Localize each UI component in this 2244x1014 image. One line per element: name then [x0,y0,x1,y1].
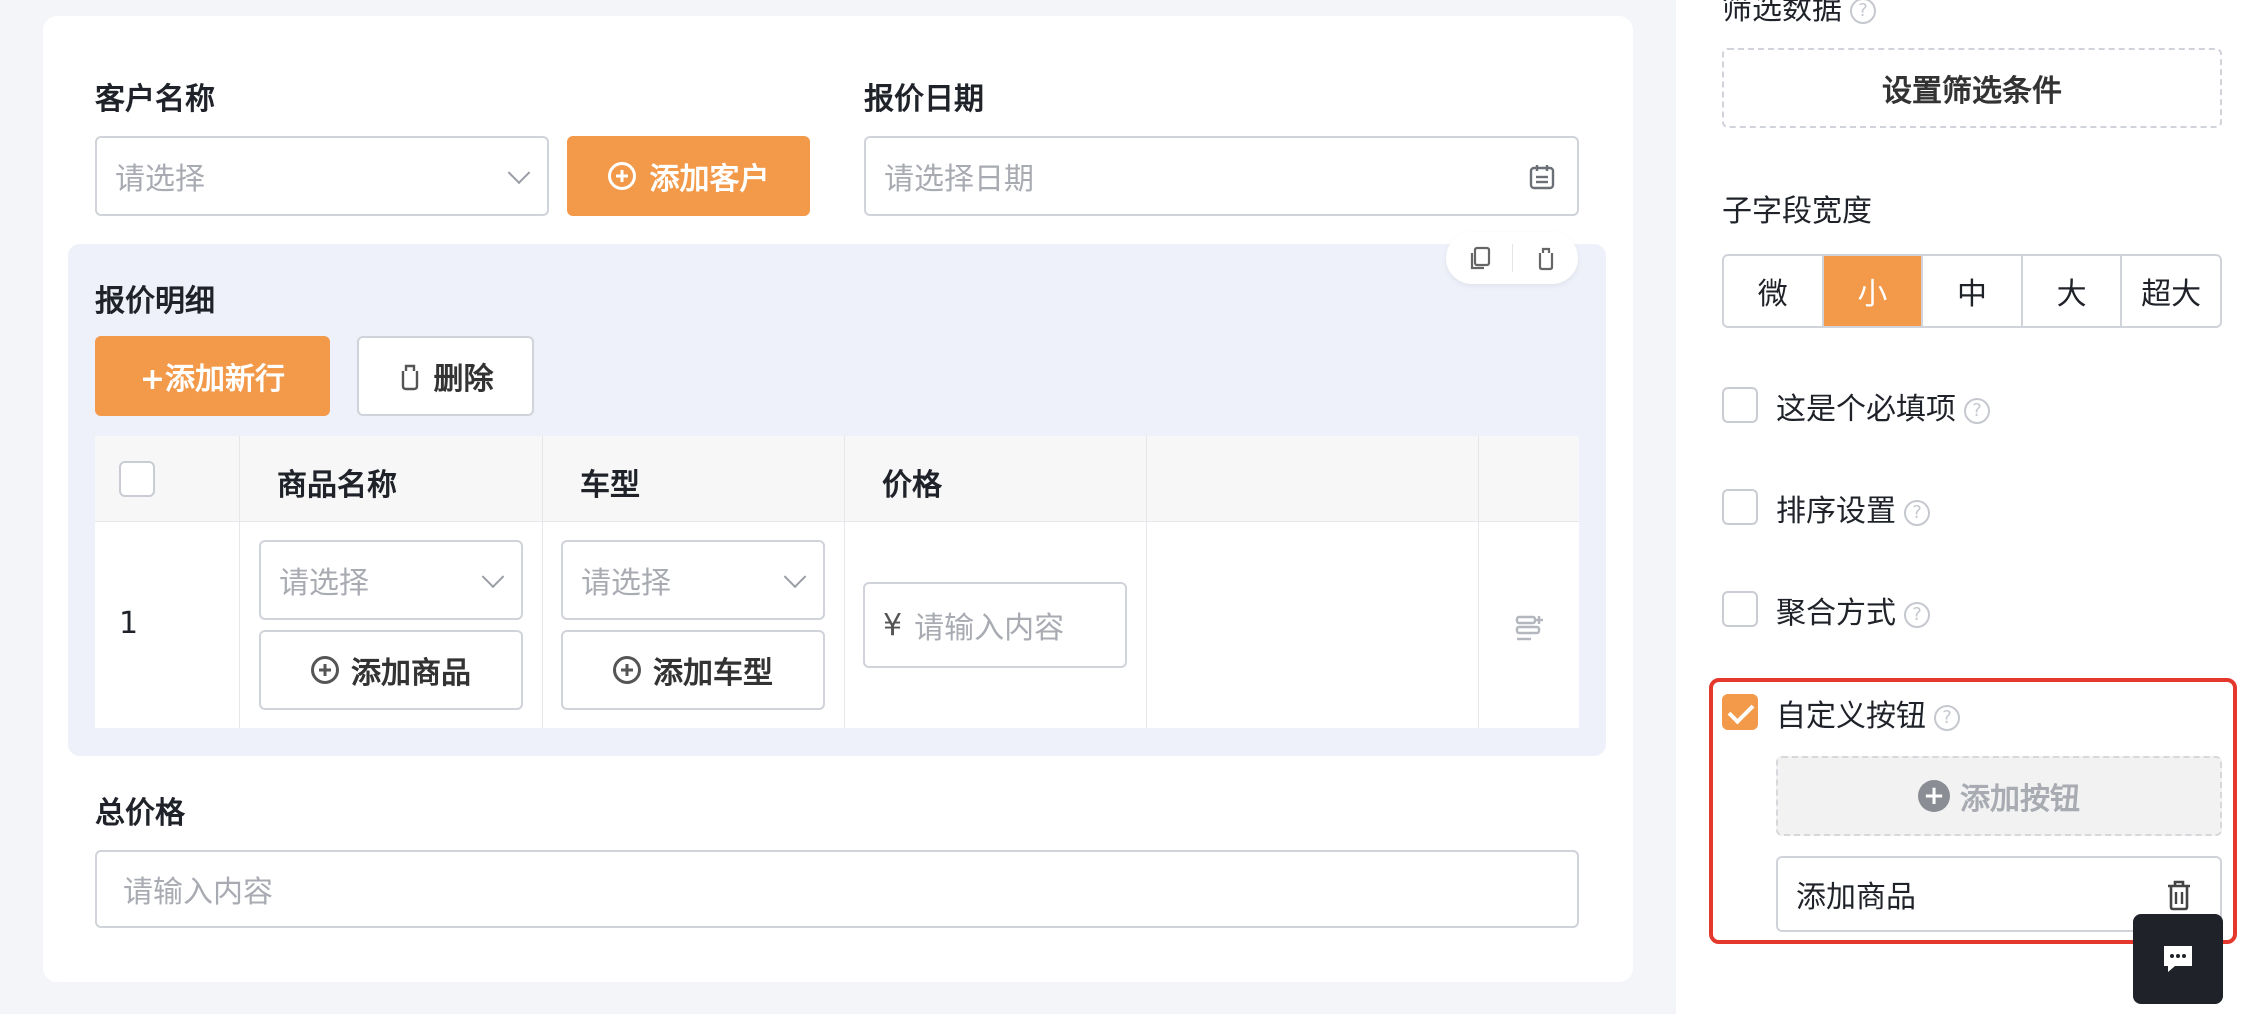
chevron-down-icon [481,565,505,589]
add-row-button[interactable]: +添加新行 [95,336,330,416]
add-custom-button-label: 添加按钮 [1960,782,2080,817]
trash-icon[interactable] [1532,244,1560,272]
aggregate-option: 聚合方式? [1776,588,1930,632]
sort-checkbox[interactable] [1722,489,1758,525]
aggregate-label: 聚合方式 [1776,596,1896,631]
set-filter-label: 设置筛选条件 [1882,74,2062,109]
add-row-label: +添加新行 [139,362,286,397]
product-select[interactable]: 请选择 [259,540,523,620]
add-customer-button[interactable]: 添加客户 [567,136,810,216]
sort-label: 排序设置 [1776,494,1896,529]
add-product-label: 添加商品 [351,656,471,691]
plus-circle-icon [613,656,641,684]
help-icon: ? [1964,397,1990,424]
customer-select-placeholder: 请选择 [115,162,205,197]
add-car-model-button[interactable]: 添加车型 [561,630,825,710]
delete-label: 删除 [433,362,494,397]
sort-option: 排序设置? [1776,486,1930,530]
column-divider [542,436,543,728]
add-product-button[interactable]: 添加商品 [259,630,523,710]
help-icon: ? [1904,499,1930,526]
total-price-input[interactable]: 请输入内容 [95,850,1579,928]
panel-toolbar [1446,232,1578,284]
quote-detail-table: 商品名称 车型 价格 1 请选择 添加商品 请选择 添加车型 ¥ 请输入内容 [95,436,1579,728]
required-label: 这是个必填项 [1776,392,1956,427]
filter-data-title: 筛选数据? [1722,0,1876,28]
chat-icon [2164,946,2192,972]
header-car-model: 车型 [580,468,640,503]
header-price: 价格 [882,468,942,503]
column-divider [1478,436,1479,728]
set-filter-button[interactable]: 设置筛选条件 [1722,48,2222,128]
trash-icon [401,364,418,391]
price-input[interactable]: ¥ 请输入内容 [863,582,1127,668]
quote-date-label: 报价日期 [864,82,984,117]
currency-symbol: ¥ [883,607,903,643]
width-option-xlarge[interactable]: 超大 [2122,256,2220,326]
subfield-width-title: 子字段宽度 [1722,194,1872,229]
copy-icon[interactable] [1466,244,1494,272]
help-icon: ? [1934,704,1960,731]
total-price-label: 总价格 [95,796,185,831]
custom-button-item-label: 添加商品 [1796,880,1916,915]
width-option-small[interactable]: 小 [1823,256,1924,326]
car-model-select-placeholder: 请选择 [581,566,671,601]
select-all-checkbox[interactable] [119,461,155,497]
toolbar-divider [1512,244,1513,272]
column-divider [1146,436,1147,728]
row-index: 1 [119,606,139,641]
car-model-select[interactable]: 请选择 [561,540,825,620]
chevron-down-icon [783,565,807,589]
customer-select[interactable]: 请选择 [95,136,549,216]
help-icon: ? [1904,601,1930,628]
plus-circle-icon [607,162,636,190]
calendar-icon [1529,165,1555,190]
plus-circle-icon [311,656,339,684]
add-car-model-label: 添加车型 [653,656,773,691]
custom-button-option: 自定义按钮? [1776,691,1960,735]
required-option: 这是个必填项? [1776,384,1990,428]
row-detail-icon[interactable] [1513,611,1547,645]
chevron-down-icon [507,161,531,185]
custom-button-label: 自定义按钮 [1776,699,1926,734]
subfield-width-selector: 微 小 中 大 超大 [1722,254,2222,328]
plus-circle-icon: + [1918,780,1950,812]
trash-icon[interactable] [2164,878,2194,912]
page: 客户名称 请选择 添加客户 报价日期 请选择日期 报价明细 +添加新行 删除 商… [0,0,2244,1014]
width-option-tiny[interactable]: 微 [1724,256,1824,326]
add-custom-button[interactable]: + 添加按钮 [1776,756,2222,836]
product-select-placeholder: 请选择 [279,566,369,601]
quote-date-placeholder: 请选择日期 [884,162,1034,197]
price-placeholder: 请输入内容 [914,611,1065,646]
help-icon: ? [1850,0,1876,24]
total-price-placeholder: 请输入内容 [123,875,273,910]
required-checkbox[interactable] [1722,387,1758,423]
width-option-medium[interactable]: 中 [1923,256,2023,326]
header-product-name: 商品名称 [277,468,397,503]
width-option-large[interactable]: 大 [2023,256,2123,326]
quote-date-picker[interactable]: 请选择日期 [864,136,1579,216]
quote-detail-title: 报价明细 [95,284,215,319]
custom-button-checkbox[interactable] [1722,694,1758,730]
aggregate-checkbox[interactable] [1722,591,1758,627]
column-divider [239,436,240,728]
add-customer-label: 添加客户 [649,162,770,197]
column-divider [844,436,845,728]
filter-data-title-text: 筛选数据 [1722,0,1842,27]
customer-name-label: 客户名称 [95,82,215,117]
delete-rows-button[interactable]: 删除 [357,336,534,416]
chat-button[interactable] [2133,914,2223,1004]
